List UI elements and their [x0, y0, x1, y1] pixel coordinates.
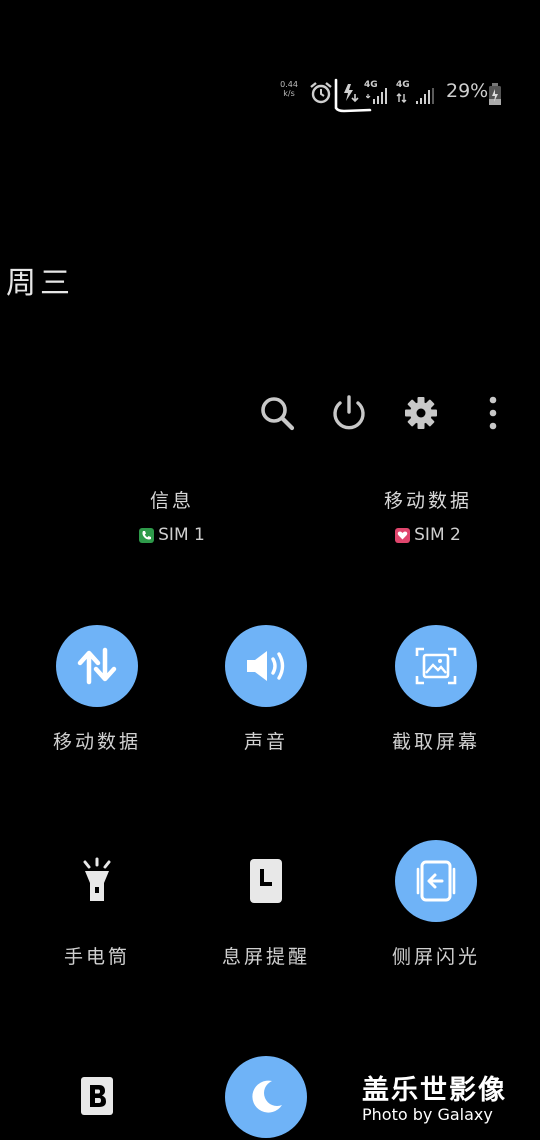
sim-setting-title: 信息: [149, 490, 194, 512]
watermark-title: 盖乐世影像: [362, 1075, 507, 1106]
tile-label: 声音: [243, 731, 288, 753]
tile-always-on-display[interactable]: 息屏提醒: [186, 840, 346, 969]
phone-icon: [139, 527, 155, 543]
moon-icon: [252, 1080, 282, 1113]
alarm-icon: [310, 82, 332, 104]
more-options-icon[interactable]: [473, 393, 513, 433]
speaker-icon[interactable]: [225, 625, 307, 707]
battery-icon: [489, 83, 501, 105]
galaxy-watermark: 盖乐世影像 Photo by Galaxy: [362, 1068, 532, 1124]
tile-label: 截取屏幕: [391, 731, 480, 753]
power-icon[interactable]: [329, 393, 369, 433]
screenshot-icon[interactable]: [395, 625, 477, 707]
tile-label: 移动数据: [52, 731, 141, 753]
clock-card-icon[interactable]: [225, 840, 307, 922]
tile-label: 手电筒: [63, 946, 130, 968]
flashlight-icon[interactable]: [56, 840, 138, 922]
tile-label: 侧屏闪光: [391, 946, 480, 968]
sim-label: SIM 2: [414, 525, 461, 545]
tile-bixby-routines[interactable]: [80, 1076, 114, 1116]
status-bar: 0.44 k/s 4G 4G 29%: [278, 78, 508, 110]
sim-mobile-data-setting[interactable]: 移动数据 SIM 2: [358, 486, 498, 545]
bixby-b-icon: [81, 1077, 113, 1115]
battery-percent: 29%: [446, 80, 489, 102]
sim2-signal-icon: [396, 88, 434, 104]
settings-gear-icon[interactable]: [401, 393, 441, 433]
sim-setting-title: 移动数据: [383, 490, 472, 512]
day-of-week: 周三: [6, 266, 74, 301]
search-icon[interactable]: [257, 393, 297, 433]
handwritten-mark: [334, 78, 372, 113]
tile-sound[interactable]: 声音: [186, 625, 346, 754]
watermark-subtitle: Photo by Galaxy: [362, 1105, 493, 1124]
tile-edge-lighting[interactable]: 侧屏闪光: [356, 840, 516, 969]
sim-messages-setting[interactable]: 信息 SIM 1: [112, 486, 232, 545]
data-arrows-icon[interactable]: [56, 625, 138, 707]
heart-icon: [395, 527, 411, 543]
tile-flashlight[interactable]: 手电筒: [17, 840, 177, 969]
sim-label: SIM 1: [158, 525, 205, 545]
tile-label: 息屏提醒: [221, 946, 310, 968]
tile-mobile-data[interactable]: 移动数据: [17, 625, 177, 754]
network-speed: 0.44 k/s: [280, 80, 298, 98]
edge-lighting-icon[interactable]: [395, 840, 477, 922]
tile-screenshot[interactable]: 截取屏幕: [356, 625, 516, 754]
tile-night-mode[interactable]: [225, 1056, 307, 1138]
